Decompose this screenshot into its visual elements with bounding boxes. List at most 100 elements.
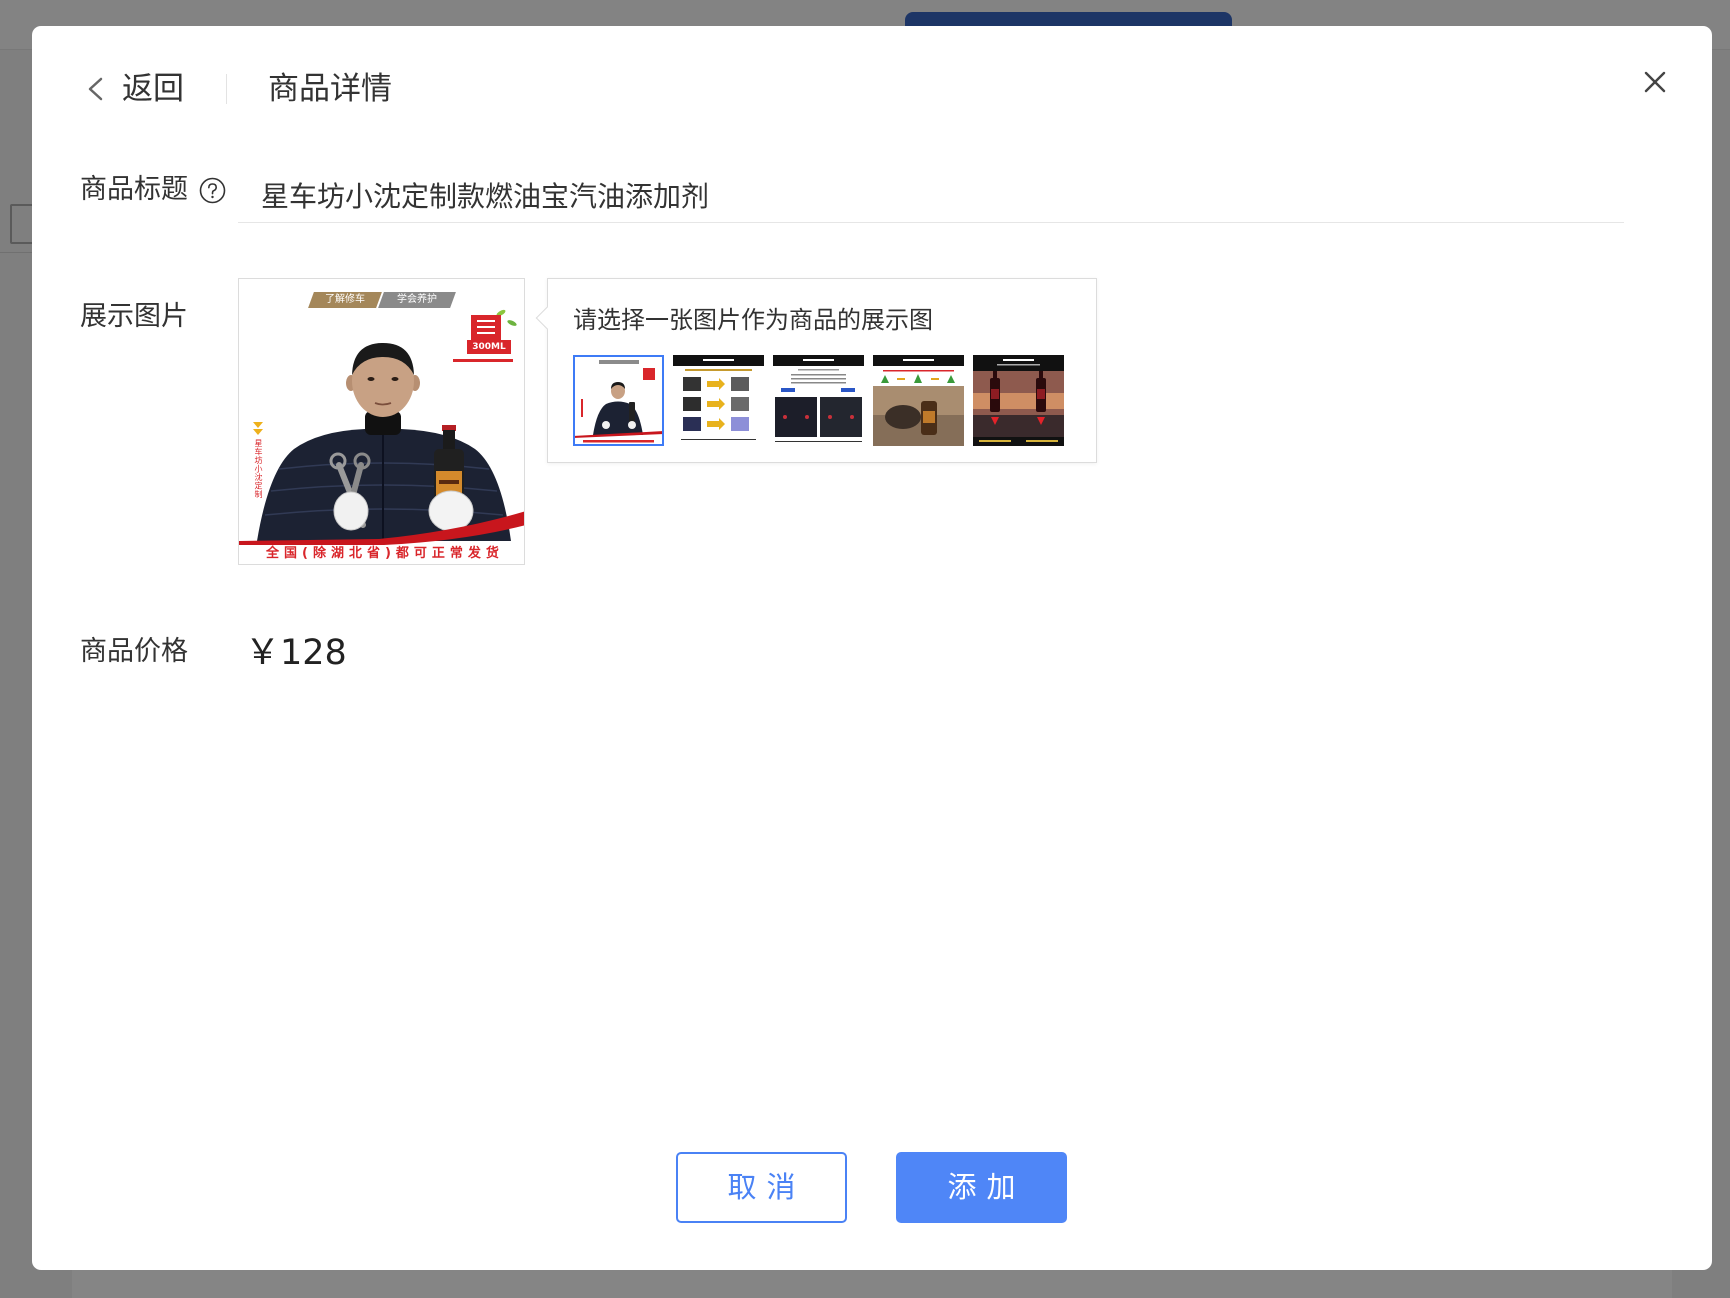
promo-tag-left: 了解修车 — [308, 292, 382, 308]
thumb-text-mark — [798, 369, 839, 371]
thumb-yellow-text-mark — [1026, 440, 1058, 442]
thumb-red-badge — [643, 368, 655, 380]
thumb-photo — [731, 417, 749, 431]
thumbnail-1-image — [573, 355, 664, 446]
thumbnail-4[interactable] — [873, 355, 964, 446]
thumb-arrow-mark — [931, 378, 939, 380]
thumb-text-mark — [791, 382, 846, 384]
cancel-button[interactable]: 取消 — [676, 1152, 847, 1223]
thumb-bottle-label — [991, 389, 999, 399]
thumb-photo — [683, 417, 701, 431]
left-glove — [333, 491, 369, 531]
volume-badge: 300ML — [467, 340, 511, 354]
thumb-photo — [683, 377, 701, 391]
title-label: 商品标题 — [80, 174, 188, 205]
badge-caption-mark — [453, 359, 513, 362]
thumb-header-mark — [803, 359, 834, 361]
background-page-content — [72, 1270, 1672, 1298]
image-label: 展示图片 — [80, 301, 188, 332]
help-question-dot — [211, 195, 214, 199]
eye — [367, 377, 375, 381]
thumb-side-text-mark — [581, 399, 583, 417]
back-label: 返回 — [122, 71, 184, 107]
right-glove — [428, 490, 474, 532]
eye — [391, 377, 399, 381]
thumb-header-mark — [703, 359, 734, 361]
thumb-glove — [628, 421, 636, 429]
thumb-taillight — [805, 415, 809, 419]
thumb-photo — [683, 397, 701, 411]
image-picker-popover: 请选择一张图片作为商品的展示图 — [535, 278, 1097, 463]
help-question-mark — [208, 183, 218, 195]
page-title: 商品详情 — [268, 71, 392, 107]
thumbnail-3-image — [773, 355, 864, 446]
image-picker-hint: 请选择一张图片作为商品的展示图 — [573, 306, 933, 334]
thumb-bottom-line — [775, 441, 862, 442]
thumb-bottom-line — [681, 439, 756, 440]
promo-tag-left-text: 了解修车 — [325, 294, 365, 305]
thumb-taillight — [828, 415, 832, 419]
thumb-yellow-text-mark — [979, 440, 1011, 442]
thumb-bottle-neck — [1039, 371, 1043, 379]
thumb-bottle — [629, 402, 635, 424]
thumb-blue-tag — [841, 388, 855, 392]
product-photo — [239, 279, 524, 564]
shipping-note: 全国(除湖北省)都可正常发货 — [266, 546, 504, 561]
thumbnail-5-image — [973, 355, 1064, 446]
thumb-photo — [731, 377, 749, 391]
product-display-image[interactable]: 了解修车 学会养护 300ML 星车坊小沈定制 全国(除湖北省)都可正常发货 — [238, 278, 525, 565]
promo-tag-right-text: 学会养护 — [397, 294, 437, 305]
question-circle-icon[interactable] — [199, 177, 226, 204]
thumbnail-3[interactable] — [773, 355, 864, 446]
thumbnail-4-image — [873, 355, 964, 446]
thumb-taillight — [850, 415, 854, 419]
price-label: 商品价格 — [80, 636, 188, 667]
price-value: ￥128 — [245, 633, 347, 673]
thumb-subtitle-mark — [685, 369, 752, 371]
thumb-banner — [599, 360, 639, 364]
thumb-arrow-mark — [897, 378, 905, 380]
close-icon[interactable] — [1644, 71, 1666, 93]
thumbnail-2[interactable] — [673, 355, 764, 446]
thumb-blue-tag — [781, 388, 795, 392]
thumb-header-mark — [903, 359, 934, 361]
badge-line — [477, 332, 495, 334]
bottle-label-stripe — [439, 480, 459, 484]
thumb-footer-mark — [583, 440, 654, 443]
promo-tag-right: 学会养护 — [378, 292, 456, 308]
product-detail-modal: 返回 商品详情 商品标题 展示图片 — [32, 26, 1712, 1270]
thumb-bottle-label — [923, 411, 935, 423]
thumbnail-1[interactable] — [573, 355, 664, 446]
thumb-text-mark — [791, 378, 846, 380]
thumb-sunset-band — [973, 393, 1064, 409]
thumb-taillight — [783, 415, 787, 419]
background-sidebar-icon — [10, 204, 34, 244]
add-button[interactable]: 添加 — [896, 1152, 1067, 1223]
badge-line — [477, 326, 495, 328]
header-divider — [226, 74, 227, 104]
brand-side-text: 星车坊小沈定制 — [254, 439, 263, 499]
thumb-photo — [731, 397, 749, 411]
thumb-text-mark — [791, 374, 846, 376]
thumbnail-2-image — [673, 355, 764, 446]
help-circle — [199, 177, 226, 204]
background-sidebar-divider — [0, 252, 32, 253]
thumb-car-photo — [820, 397, 862, 437]
thumb-bottle-label — [1037, 389, 1045, 399]
back-button[interactable]: 返回 — [82, 66, 232, 112]
chevron-left-icon — [88, 77, 103, 101]
thumb-subtitle-mark — [997, 364, 1040, 366]
badge-line — [477, 320, 495, 322]
thumb-ground — [973, 415, 1064, 437]
thumb-header-mark — [1003, 359, 1034, 361]
thumb-car-photo — [775, 397, 817, 437]
bottle-neck — [443, 430, 455, 452]
thumb-glove — [602, 421, 610, 429]
thumb-engine-part — [885, 405, 921, 429]
popover-arrow — [535, 306, 559, 330]
thumb-red-text-mark — [883, 370, 954, 372]
chevron-left-stroke — [88, 77, 103, 101]
product-title-input[interactable] — [238, 168, 1624, 223]
thumb-bottle-neck — [993, 371, 997, 379]
thumbnail-5[interactable] — [973, 355, 1064, 446]
